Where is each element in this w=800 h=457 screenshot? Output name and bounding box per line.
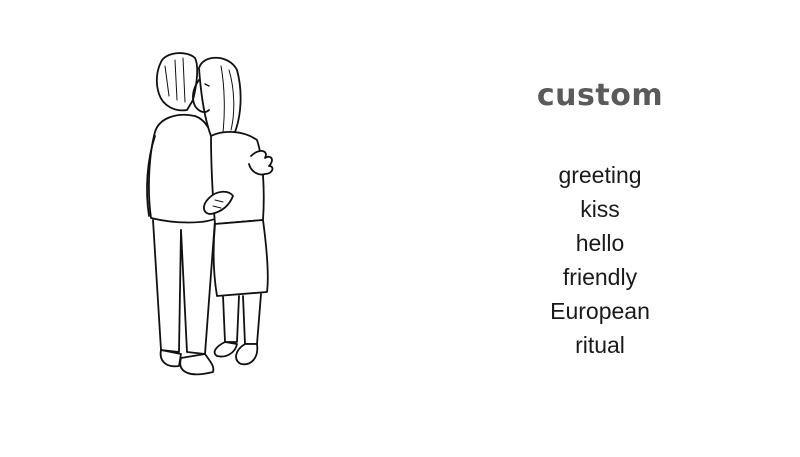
list-item: kiss [580, 196, 620, 222]
word-list: greeting kiss hello friendly European ri… [500, 158, 700, 362]
list-item: friendly [562, 264, 638, 290]
slide: custom greeting kiss hello friendly Euro… [0, 0, 800, 457]
list-item: greeting [558, 162, 642, 188]
list-item: hello [575, 230, 625, 256]
list-item: ritual [575, 332, 625, 358]
page-title: custom [536, 78, 664, 113]
list-item: European [550, 298, 650, 324]
couple-greeting-illustration [125, 40, 295, 390]
